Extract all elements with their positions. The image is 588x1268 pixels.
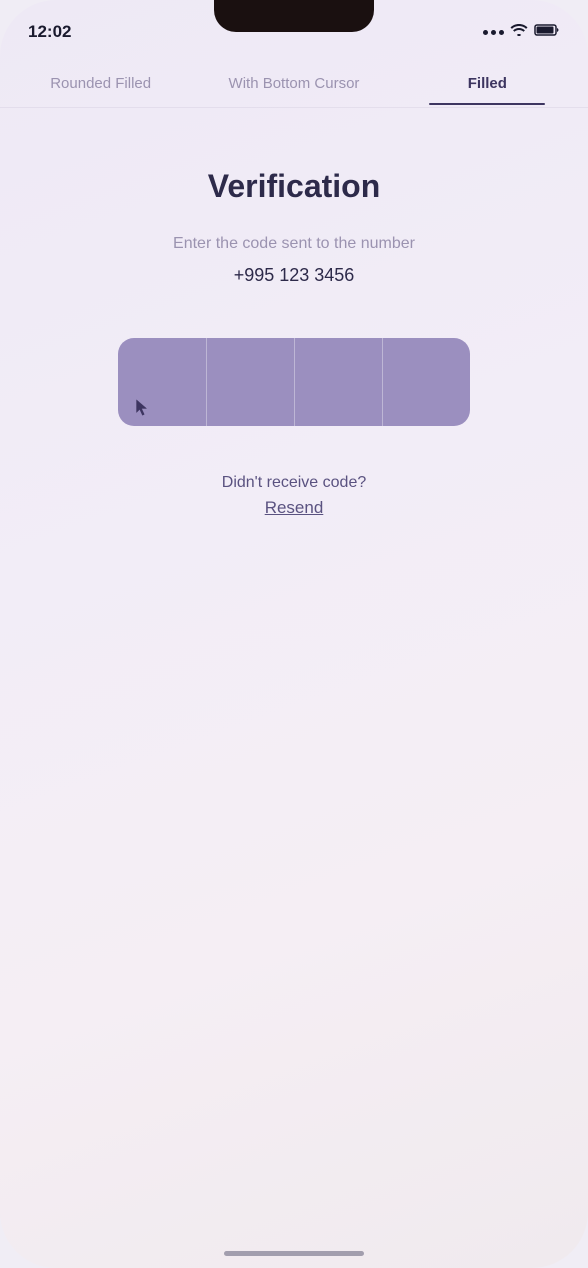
resend-link[interactable]: Resend: [265, 498, 324, 517]
tab-with-bottom-cursor[interactable]: With Bottom Cursor: [197, 63, 390, 104]
tab-bar: Rounded Filled With Bottom Cursor Filled: [0, 60, 588, 108]
otp-box-4[interactable]: [382, 338, 470, 426]
mouse-cursor-icon: [132, 398, 152, 418]
phone-frame: 12:02 Rounded Filled: [0, 0, 588, 1268]
otp-box-2[interactable]: [206, 338, 294, 426]
status-time: 12:02: [28, 22, 71, 42]
subtitle-text: Enter the code sent to the number: [173, 233, 415, 255]
resend-question: Didn't receive code?: [222, 474, 366, 492]
otp-input-container[interactable]: [118, 338, 470, 426]
notch: [214, 0, 374, 32]
otp-box-3[interactable]: [294, 338, 382, 426]
signal-icon: [483, 30, 504, 35]
page-title: Verification: [208, 168, 381, 205]
main-content: Verification Enter the code sent to the …: [0, 108, 588, 1268]
status-icons: [483, 23, 560, 42]
otp-box-1[interactable]: [118, 338, 206, 426]
wifi-icon: [510, 23, 528, 41]
resend-section: Didn't receive code? Resend: [222, 474, 366, 518]
tab-filled[interactable]: Filled: [391, 63, 584, 104]
battery-icon: [534, 23, 560, 42]
phone-number: +995 123 3456: [234, 265, 355, 286]
home-bar: [224, 1251, 364, 1256]
tab-rounded-filled[interactable]: Rounded Filled: [4, 63, 197, 104]
